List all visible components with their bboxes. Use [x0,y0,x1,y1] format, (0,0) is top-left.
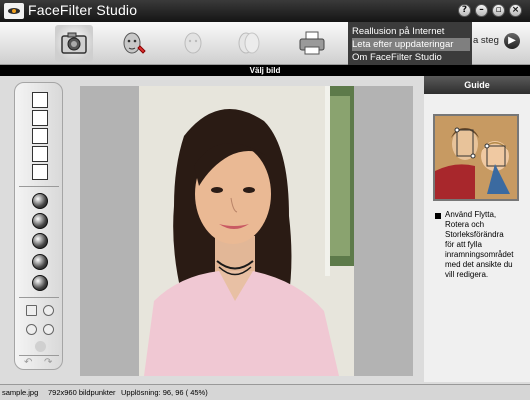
status-bar: sample.jpg 792x960 bildpunkter Upplösnin… [0,384,530,400]
camera-icon [61,32,87,54]
close-icon[interactable]: × [509,4,522,17]
portrait-image [139,86,354,376]
facefilter-studio-window: FaceFilter Studio ? – ▫ × Reallusion på … [0,0,530,400]
title-bar: FaceFilter Studio ? – ▫ × [0,0,530,22]
face-edit-icon [123,32,146,54]
camera-tool-button[interactable] [55,25,93,62]
sharpen-icon[interactable] [32,233,48,249]
brightness-icon[interactable] [32,193,48,209]
help-links-menu: Reallusion på Internet Leta efter uppdat… [348,22,472,65]
madonna-thumbnail [435,116,517,199]
tool-separator [19,355,59,356]
left-tool-panel: ↶ ↷ [14,82,63,370]
printer-icon [299,31,325,55]
minimize-icon[interactable]: – [475,4,488,17]
face-compare-tool-button[interactable] [174,25,212,62]
bullet-icon [435,213,441,219]
restore-icon[interactable]: ▫ [492,4,505,17]
status-image-size: 792x960 bildpunkter [48,388,116,397]
undo-icon[interactable]: ↶ [24,357,32,368]
status-resolution: Upplösning: 96, 96 ( 45%) [121,388,208,397]
crop-icon[interactable] [32,110,48,126]
color-icon[interactable] [32,275,48,291]
step-title: Välj bild [249,66,281,75]
guide-title: Guide [424,76,530,94]
face-compare-icon [184,32,202,54]
status-filename: sample.jpg [2,388,39,397]
mirror-icon[interactable] [32,146,48,162]
redo-icon[interactable]: ↷ [44,357,52,368]
contrast-icon[interactable] [32,213,48,229]
app-logo-icon [4,3,24,19]
next-step-label[interactable]: a steg [473,35,499,46]
window-title: FaceFilter Studio [28,2,138,18]
arrow-right-icon[interactable]: ▶ [504,33,520,49]
zoom-out-icon[interactable] [43,324,54,335]
blur-icon[interactable] [32,254,48,270]
copy-icon[interactable] [32,128,48,144]
tool-separator [19,297,59,298]
help-icon[interactable]: ? [458,4,471,17]
rotate-icon[interactable] [32,164,48,180]
face-merge-tool-button[interactable] [230,25,268,62]
print-tool-button[interactable] [293,25,331,62]
menu-item-check-updates[interactable]: Leta efter uppdateringar [352,38,470,51]
face-merge-icon [238,32,260,54]
menu-item-about[interactable]: Om FaceFilter Studio [352,51,470,64]
hand-icon[interactable] [35,341,46,352]
tool-separator [19,186,59,187]
guide-example-image [433,114,519,201]
guide-panel: Guide Använd Flytta, Rotera och Storleks… [424,76,530,382]
open-file-icon[interactable] [32,92,48,108]
no-icon[interactable] [43,305,54,316]
portrait-photo[interactable] [139,86,354,376]
face-edit-tool-button[interactable] [114,25,152,62]
guide-instructions: Använd Flytta, Rotera och Storleksföränd… [445,210,514,279]
zoom-in-icon[interactable] [26,324,37,335]
step-header: Välj bild [0,65,530,76]
fit-icon[interactable] [26,305,37,316]
menu-item-reallusion-internet[interactable]: Reallusion på Internet [352,25,470,38]
